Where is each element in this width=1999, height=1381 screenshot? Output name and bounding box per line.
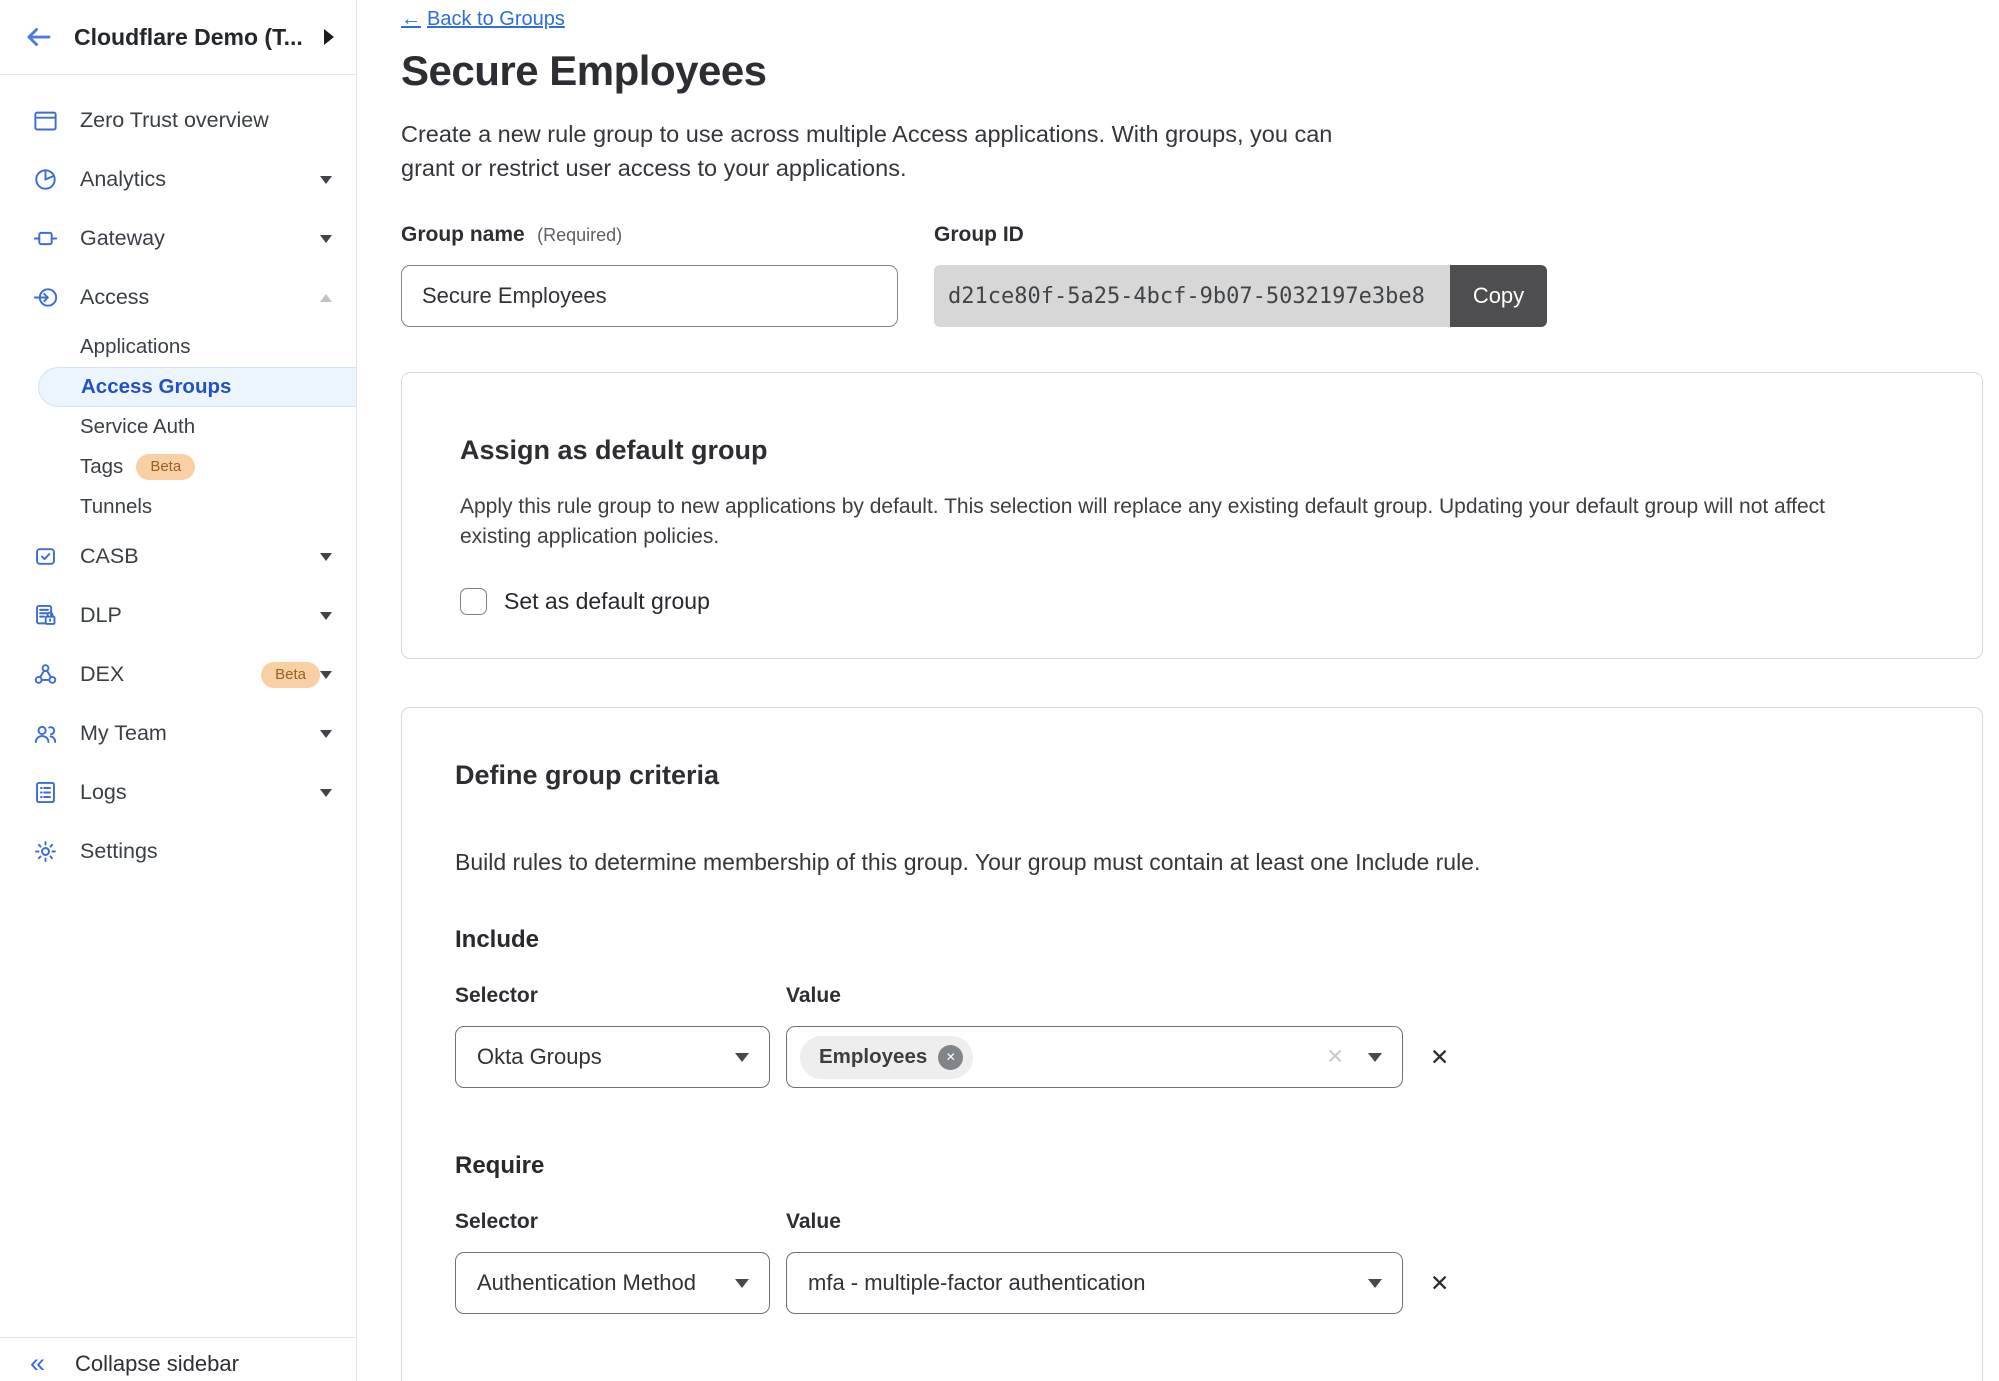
value-label: Value: [786, 1210, 841, 1234]
required-hint: (Required): [537, 225, 622, 245]
sidebar-item-my-team[interactable]: My Team: [0, 704, 356, 763]
left-arrow-icon: ←: [401, 8, 421, 31]
casb-shield-check-icon: [32, 543, 59, 570]
card-description: Apply this rule group to new application…: [460, 492, 1885, 552]
chevron-down-icon: [320, 671, 332, 679]
selector-label: Selector: [455, 984, 770, 1008]
sidebar-header: Cloudflare Demo (T...: [0, 0, 356, 75]
clear-values-icon[interactable]: ✕: [1326, 1045, 1344, 1070]
group-id-label: Group ID: [934, 223, 1547, 247]
chevron-down-icon: [1368, 1279, 1382, 1288]
pie-chart-icon: [32, 166, 59, 193]
sidebar-item-gateway[interactable]: Gateway: [0, 209, 356, 268]
chevron-down-icon: [320, 789, 332, 797]
main-content: ← Back to Groups Secure Employees Create…: [357, 0, 1999, 1381]
require-rule-row: Authentication Method mfa - multiple-fac…: [455, 1252, 1929, 1314]
sidebar-item-casb[interactable]: CASB: [0, 527, 356, 586]
sidebar-item-dex[interactable]: DEX Beta: [0, 645, 356, 704]
chevron-down-icon: [1368, 1053, 1382, 1062]
require-value-dropdown[interactable]: mfa - multiple-factor authentication: [786, 1252, 1403, 1314]
sidebar: Cloudflare Demo (T... Zero Trust overvie…: [0, 0, 357, 1381]
chevron-down-icon: [320, 235, 332, 243]
gear-icon: [32, 838, 59, 865]
set-default-group-row: Set as default group: [460, 588, 1924, 615]
overview-window-icon: [32, 107, 59, 134]
require-selector-dropdown[interactable]: Authentication Method: [455, 1252, 770, 1314]
chevron-down-icon: [320, 730, 332, 738]
set-default-group-checkbox[interactable]: [460, 588, 487, 615]
sidebar-item-logs[interactable]: Logs: [0, 763, 356, 822]
sidebar-item-tunnels[interactable]: Tunnels: [0, 487, 356, 527]
back-arrow-icon[interactable]: [24, 22, 54, 52]
remove-include-rule-icon[interactable]: ✕: [1430, 1046, 1449, 1069]
app-window: Cloudflare Demo (T... Zero Trust overvie…: [0, 0, 1999, 1381]
remove-require-rule-icon[interactable]: ✕: [1430, 1272, 1449, 1295]
log-list-icon: [32, 779, 59, 806]
sidebar-item-tags[interactable]: Tags Beta: [0, 447, 356, 487]
sidebar-item-zero-trust-overview[interactable]: Zero Trust overview: [0, 91, 356, 150]
chevron-down-icon: [320, 612, 332, 620]
group-id-value: d21ce80f-5a25-4bcf-9b07-5032197e3be8: [934, 265, 1450, 327]
chevron-down-icon: [735, 1279, 749, 1288]
page-description: Create a new rule group to use across mu…: [401, 117, 1376, 185]
value-label: Value: [786, 984, 841, 1008]
include-section-label: Include: [455, 926, 1929, 954]
include-rule-row: Okta Groups Employees ✕ ✕ ✕: [455, 1026, 1929, 1088]
assign-default-group-card: Assign as default group Apply this rule …: [401, 372, 1983, 659]
include-selector-dropdown[interactable]: Okta Groups: [455, 1026, 770, 1088]
chevron-down-icon: [735, 1053, 749, 1062]
people-icon: [32, 720, 59, 747]
group-name-id-row: Group name (Required) Group ID d21ce80f-…: [401, 223, 1999, 327]
beta-badge: Beta: [136, 454, 195, 480]
copy-button[interactable]: Copy: [1450, 265, 1547, 327]
define-group-criteria-card: Define group criteria Build rules to det…: [401, 707, 1983, 1381]
document-lock-icon: [32, 602, 59, 629]
sidebar-item-access-groups[interactable]: Access Groups: [38, 367, 356, 407]
sidebar-item-dlp[interactable]: DLP: [0, 586, 356, 645]
double-chevron-left-icon: «: [30, 1351, 45, 1375]
collapse-sidebar-button[interactable]: « Collapse sidebar: [0, 1337, 356, 1381]
selector-label: Selector: [455, 1210, 770, 1234]
sidebar-item-access[interactable]: Access: [0, 268, 356, 327]
group-name-input[interactable]: [401, 265, 898, 327]
sidebar-item-service-auth[interactable]: Service Auth: [0, 407, 356, 447]
sidebar-item-analytics[interactable]: Analytics: [0, 150, 356, 209]
checkbox-label: Set as default group: [504, 588, 710, 615]
sidebar-item-applications[interactable]: Applications: [0, 327, 356, 367]
remove-tag-icon[interactable]: ✕: [938, 1045, 963, 1070]
gateway-icon: [32, 225, 59, 252]
beta-badge: Beta: [261, 662, 320, 688]
network-nodes-icon: [32, 661, 59, 688]
card-description: Build rules to determine membership of t…: [455, 849, 1929, 876]
expand-account-icon[interactable]: [324, 29, 334, 45]
back-to-groups-link[interactable]: ← Back to Groups: [401, 8, 565, 31]
card-title: Assign as default group: [460, 435, 1924, 466]
group-name-label: Group name: [401, 223, 525, 246]
access-subnav: Applications Access Groups Service Auth …: [0, 327, 356, 527]
page-title: Secure Employees: [401, 47, 1999, 95]
chevron-down-icon: [320, 176, 332, 184]
require-section-label: Require: [455, 1152, 1929, 1180]
access-login-icon: [32, 284, 59, 311]
account-title: Cloudflare Demo (T...: [74, 24, 316, 51]
value-tag: Employees ✕: [800, 1036, 973, 1079]
include-value-multiselect[interactable]: Employees ✕ ✕: [786, 1026, 1403, 1088]
chevron-up-icon: [320, 294, 332, 302]
sidebar-nav: Zero Trust overview Analytics Gateway: [0, 75, 356, 1337]
sidebar-item-settings[interactable]: Settings: [0, 822, 356, 881]
card-title: Define group criteria: [455, 760, 1929, 791]
chevron-down-icon: [320, 553, 332, 561]
